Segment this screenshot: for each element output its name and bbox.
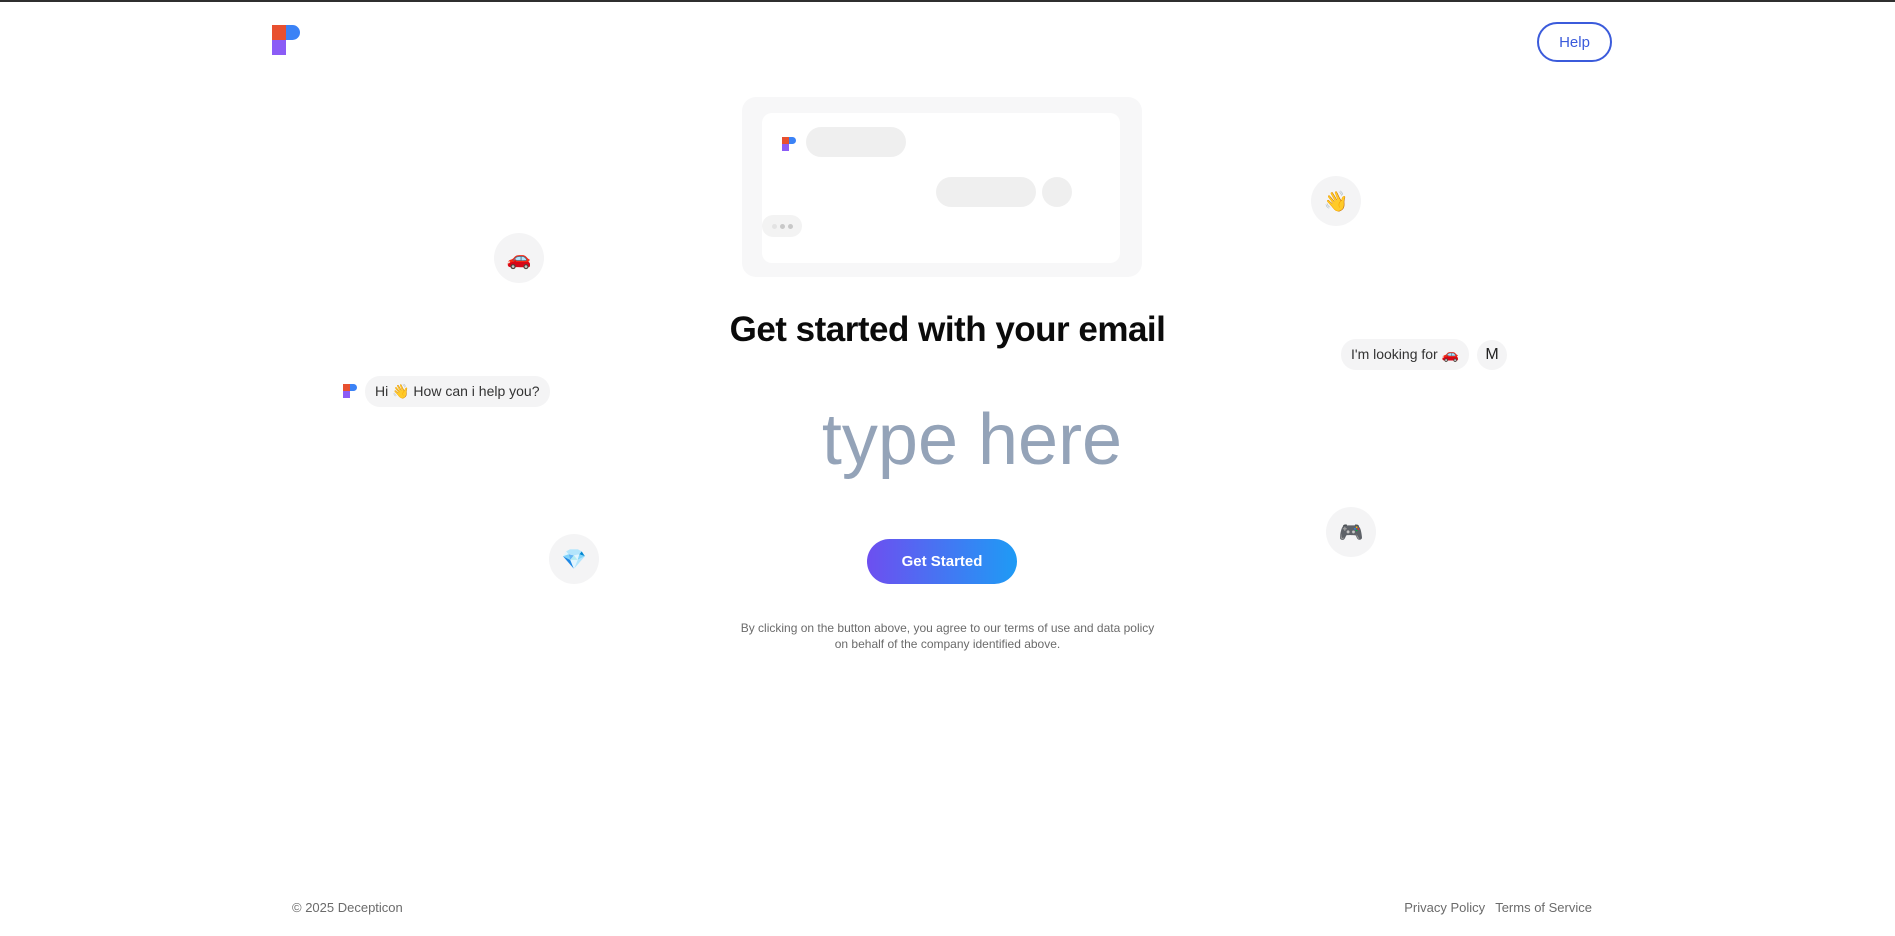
wave-icon: 👋 bbox=[1311, 176, 1361, 226]
terms-of-service-link[interactable]: Terms of Service bbox=[1495, 900, 1592, 915]
gamepad-icon: 🎮 bbox=[1326, 507, 1376, 557]
copyright: © 2025 Decepticon bbox=[292, 900, 403, 915]
help-button[interactable]: Help bbox=[1537, 22, 1612, 62]
disclaimer-line-1: By clicking on the button above, you agr… bbox=[740, 621, 1155, 635]
chat-bubble-left-group: Hi 👋 How can i help you? bbox=[343, 376, 550, 407]
page-title: Get started with your email bbox=[729, 310, 1166, 349]
brand-logo[interactable] bbox=[272, 25, 301, 56]
privacy-policy-link[interactable]: Privacy Policy bbox=[1404, 900, 1485, 915]
logo-red-square bbox=[272, 25, 286, 40]
typing-indicator bbox=[762, 215, 802, 237]
email-field[interactable] bbox=[647, 390, 1247, 490]
logo-blue-shape bbox=[286, 25, 300, 40]
chat-bubble-bot: Hi 👋 How can i help you? bbox=[365, 376, 550, 407]
logo-purple-square bbox=[272, 40, 286, 55]
get-started-button[interactable]: Get Started bbox=[867, 539, 1017, 584]
disclaimer: By clicking on the button above, you agr… bbox=[0, 620, 1895, 652]
chat-illustration bbox=[742, 97, 1142, 277]
footer-links: Privacy Policy Terms of Service bbox=[1404, 900, 1592, 915]
placeholder-avatar bbox=[1042, 177, 1072, 207]
chat-illustration-logo bbox=[782, 137, 796, 152]
placeholder-message-bot bbox=[806, 127, 906, 157]
disclaimer-line-2: on behalf of the company identified abov… bbox=[834, 637, 1061, 651]
chat-bot-logo bbox=[343, 384, 357, 399]
gem-icon: 💎 bbox=[549, 534, 599, 584]
placeholder-message-user bbox=[936, 177, 1036, 207]
car-icon: 🚗 bbox=[494, 233, 544, 283]
